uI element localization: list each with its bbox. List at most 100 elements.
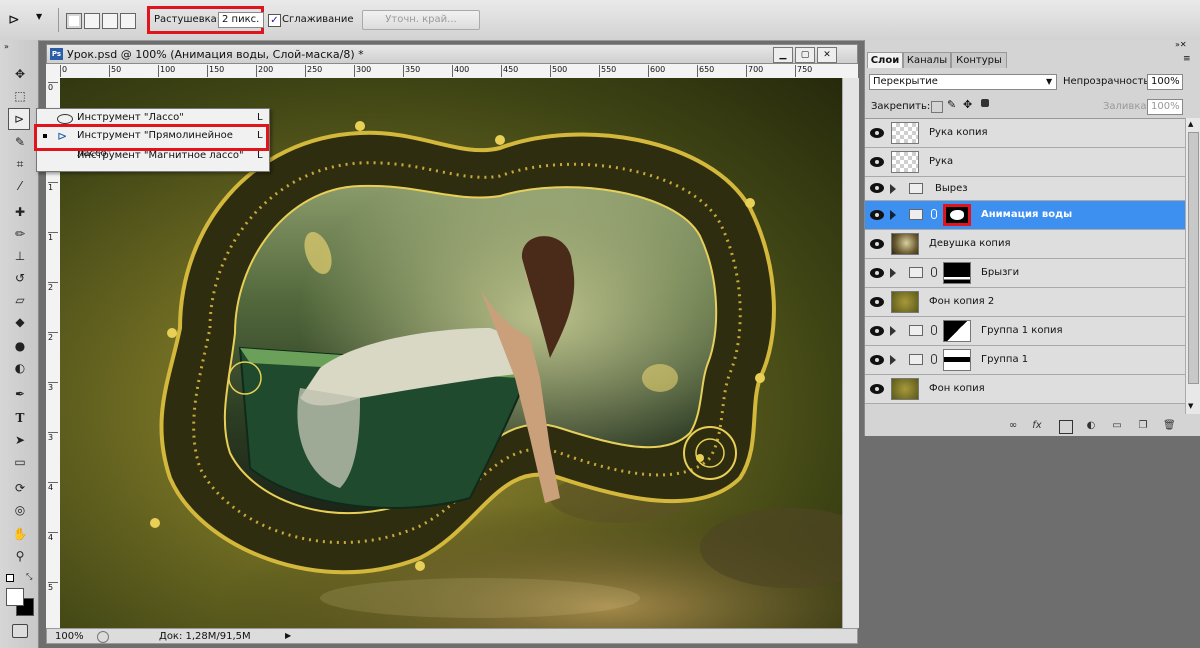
tab-channels[interactable]: Каналы: [903, 52, 951, 68]
quick-mask-icon[interactable]: [12, 624, 28, 638]
panel-collapse-icon[interactable]: »✕: [1175, 40, 1187, 49]
blend-mode-select[interactable]: Перекрытие ▼: [869, 74, 1057, 90]
tab-paths[interactable]: Контуры: [951, 52, 1007, 68]
adjustment-layer-icon[interactable]: ◐: [1085, 420, 1097, 432]
dodge-tool-icon[interactable]: ◐: [10, 358, 30, 378]
expand-triangle-icon[interactable]: [890, 268, 896, 278]
spot-healing-tool-icon[interactable]: ✚: [10, 202, 30, 222]
visibility-eye-icon[interactable]: [870, 268, 884, 278]
layer-style-icon[interactable]: fx: [1031, 420, 1043, 432]
toolbox-collapse-icon[interactable]: »: [4, 42, 9, 51]
tab-layers[interactable]: Слои: [867, 52, 903, 68]
visibility-eye-icon[interactable]: [870, 326, 884, 336]
new-group-icon[interactable]: ▭: [1111, 420, 1123, 432]
lock-all-icon[interactable]: [981, 99, 989, 107]
layer-row[interactable]: Группа 1 копия: [865, 317, 1185, 346]
visibility-eye-icon[interactable]: [870, 128, 884, 138]
layer-row[interactable]: Фон копия: [865, 375, 1185, 404]
opacity-input[interactable]: 100%: [1147, 74, 1183, 90]
mask-link-icon[interactable]: [931, 209, 937, 219]
hand-tool-icon[interactable]: ✋: [10, 524, 30, 544]
scroll-up-icon[interactable]: ▲: [1188, 120, 1193, 128]
expand-triangle-icon[interactable]: [890, 355, 896, 365]
maximize-window-icon[interactable]: ▢: [795, 47, 815, 63]
lock-pixels-icon[interactable]: ✎: [947, 98, 956, 111]
quick-selection-tool-icon[interactable]: ✎: [10, 132, 30, 152]
antialias-checkbox[interactable]: ✓: [268, 14, 281, 27]
layer-row[interactable]: Рука: [865, 148, 1185, 177]
visibility-eye-icon[interactable]: [870, 239, 884, 249]
visibility-eye-icon[interactable]: [870, 157, 884, 167]
crop-tool-icon[interactable]: ⌗: [10, 154, 30, 174]
minimize-window-icon[interactable]: ▁: [773, 47, 793, 63]
preset-dropdown-arrow-icon[interactable]: ▼: [36, 12, 42, 21]
fill-input[interactable]: 100%: [1147, 99, 1183, 115]
mask-link-icon[interactable]: [931, 267, 937, 277]
expand-triangle-icon[interactable]: [890, 210, 896, 220]
type-tool-icon[interactable]: T: [10, 408, 30, 428]
marquee-tool-icon[interactable]: ⬚: [10, 86, 30, 106]
layer-row[interactable]: Девушка копия: [865, 230, 1185, 259]
zoom-level[interactable]: 100%: [55, 631, 84, 642]
panel-menu-icon[interactable]: ≡: [1183, 54, 1191, 64]
3d-rotate-tool-icon[interactable]: ⟳: [10, 478, 30, 498]
subtract-from-selection-icon[interactable]: [102, 13, 118, 29]
default-colors-icon[interactable]: [6, 574, 14, 582]
pen-tool-icon[interactable]: ✒: [10, 384, 30, 404]
lock-transparency-icon[interactable]: [931, 101, 943, 113]
visibility-eye-icon[interactable]: [870, 183, 884, 193]
close-window-icon[interactable]: ✕: [817, 47, 837, 63]
swap-colors-icon[interactable]: ⤡: [26, 572, 32, 582]
mask-link-icon[interactable]: [931, 354, 937, 364]
intersect-selection-icon[interactable]: [120, 13, 136, 29]
layer-row[interactable]: Фон копия 2: [865, 288, 1185, 317]
lasso-tool-icon[interactable]: ⊳: [8, 108, 30, 130]
refine-edge-button[interactable]: Уточн. край...: [362, 10, 480, 30]
layer-row[interactable]: Группа 1: [865, 346, 1185, 375]
lock-position-icon[interactable]: ✥: [963, 98, 972, 111]
status-menu-icon[interactable]: [97, 631, 109, 643]
vertical-scrollbar[interactable]: [842, 78, 859, 628]
zoom-tool-icon[interactable]: ⚲: [10, 546, 30, 566]
new-layer-icon[interactable]: ❐: [1137, 420, 1149, 432]
link-layers-icon[interactable]: ∞: [1007, 420, 1019, 432]
polygonal-lasso-preset-icon[interactable]: ⊳: [8, 10, 32, 30]
layer-name: Брызги: [981, 267, 1020, 278]
clone-stamp-tool-icon[interactable]: ⊥: [10, 246, 30, 266]
visibility-eye-icon[interactable]: [870, 210, 884, 220]
layer-row[interactable]: Рука копия: [865, 119, 1185, 148]
foreground-color-swatch[interactable]: [6, 588, 24, 606]
history-brush-tool-icon[interactable]: ↺: [10, 268, 30, 288]
3d-orbit-tool-icon[interactable]: ◎: [10, 500, 30, 520]
eraser-tool-icon[interactable]: ▱: [10, 290, 30, 310]
layers-scrollbar[interactable]: ▲ ▼: [1185, 118, 1200, 414]
status-arrow-icon[interactable]: ▶: [285, 631, 291, 640]
add-mask-icon[interactable]: [1059, 420, 1073, 434]
layer-name: Группа 1: [981, 354, 1029, 365]
blur-tool-icon[interactable]: ●: [10, 336, 30, 356]
scroll-thumb[interactable]: [1188, 132, 1199, 384]
path-selection-tool-icon[interactable]: ➤: [10, 430, 30, 450]
layer-row[interactable]: Вырез: [865, 177, 1185, 201]
visibility-eye-icon[interactable]: [870, 297, 884, 307]
eyedropper-tool-icon[interactable]: ⁄: [10, 176, 30, 196]
ruler-tick-label: 150: [207, 65, 224, 77]
move-tool-icon[interactable]: ✥: [10, 64, 30, 84]
delete-layer-icon[interactable]: 🗑: [1163, 420, 1176, 432]
document-title-bar[interactable]: Ps Урок.psd @ 100% (Анимация воды, Слой-…: [46, 44, 858, 64]
brush-tool-icon[interactable]: ✏: [10, 224, 30, 244]
layer-row[interactable]: Брызги: [865, 259, 1185, 288]
add-to-selection-icon[interactable]: [84, 13, 100, 29]
mask-link-icon[interactable]: [931, 325, 937, 335]
feather-input[interactable]: 2 пикс.: [218, 12, 264, 28]
paint-bucket-tool-icon[interactable]: ◆: [10, 312, 30, 332]
layer-name: Анимация воды: [981, 209, 1073, 220]
shape-tool-icon[interactable]: ▭: [10, 452, 30, 472]
layer-row-selected[interactable]: Анимация воды: [865, 201, 1185, 230]
visibility-eye-icon[interactable]: [870, 355, 884, 365]
scroll-down-icon[interactable]: ▼: [1188, 402, 1193, 410]
expand-triangle-icon[interactable]: [890, 184, 896, 194]
expand-triangle-icon[interactable]: [890, 326, 896, 336]
visibility-eye-icon[interactable]: [870, 384, 884, 394]
new-selection-icon[interactable]: [66, 13, 82, 29]
